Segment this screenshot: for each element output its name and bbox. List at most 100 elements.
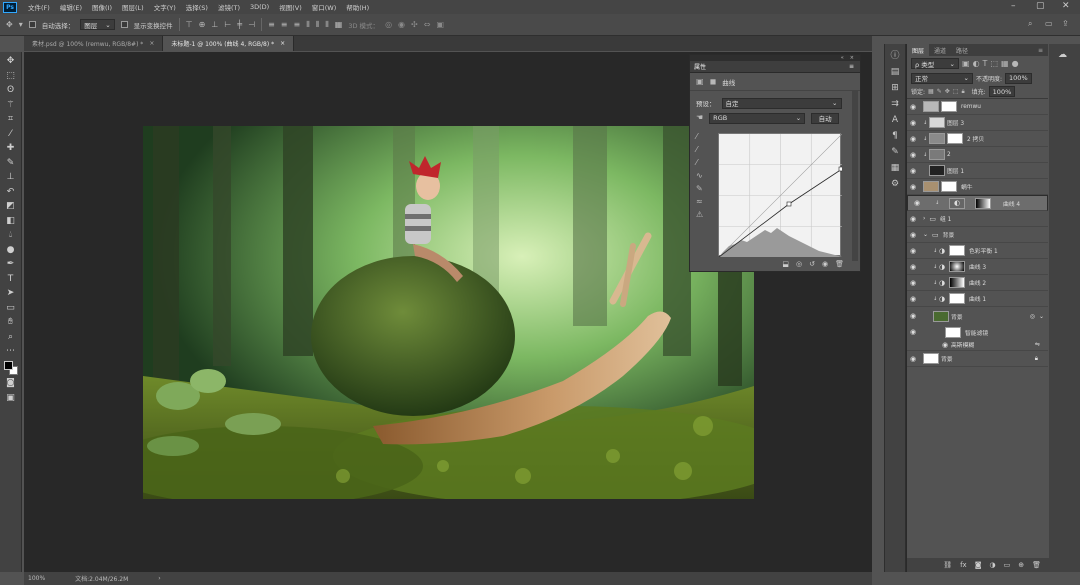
filter-toggle-icon[interactable]: ●: [1012, 59, 1019, 68]
healing-brush-icon[interactable]: ✚: [7, 143, 15, 154]
swatches-icon[interactable]: ▦: [891, 163, 900, 173]
align-vcenter-icon[interactable]: ⊕: [199, 20, 206, 29]
properties-scrollbar[interactable]: [852, 91, 858, 261]
distribute-hcenter-icon[interactable]: ⦀: [316, 20, 320, 29]
brush-tool-icon[interactable]: ✎: [7, 158, 15, 169]
lock-all-icon[interactable]: 🔒︎: [961, 88, 964, 95]
eye-icon[interactable]: ◉: [907, 119, 919, 127]
clip-to-layer-icon[interactable]: ⬓: [782, 260, 789, 268]
curves-graph[interactable]: [718, 133, 844, 258]
eye-icon[interactable]: ◉: [907, 167, 919, 175]
search-icon[interactable]: ⌕: [1028, 20, 1032, 28]
chevron-right-icon[interactable]: ›: [923, 215, 925, 222]
smart-object-row[interactable]: ◉ 背景 ◎ ⌄: [907, 307, 1048, 325]
zoom-tool-icon[interactable]: ⌕: [8, 332, 13, 343]
show-transform-checkbox[interactable]: [120, 21, 128, 28]
menu-file[interactable]: 文件(F): [23, 2, 55, 12]
menu-type[interactable]: 文字(Y): [149, 2, 181, 12]
view-previous-icon[interactable]: ◎: [796, 260, 802, 268]
paragraph-icon[interactable]: ¶: [892, 131, 898, 141]
distribute-left-icon[interactable]: ⦀: [306, 20, 310, 29]
hand-tool-icon[interactable]: ✋︎: [8, 317, 13, 328]
filter-pixel-icon[interactable]: ▣: [962, 59, 970, 68]
clone-stamp-icon[interactable]: ⊥: [7, 172, 15, 183]
new-adjustment-icon[interactable]: ◑: [990, 561, 996, 569]
layer-row[interactable]: ◉ ↓ ◑ 曲线 2: [907, 275, 1048, 291]
mask-icon[interactable]: ◼: [710, 77, 717, 86]
screen-mode-icon[interactable]: ▣: [6, 393, 15, 404]
filter-smart-icon[interactable]: ▦: [1001, 59, 1009, 68]
layer-mask-thumbnail[interactable]: [941, 101, 957, 112]
eye-icon[interactable]: ◉: [907, 295, 919, 303]
filter-row[interactable]: ◉ 高斯模糊 ⇋: [907, 339, 1048, 351]
layer-mask-thumbnail[interactable]: [949, 293, 965, 304]
layer-row[interactable]: ◉ ↓ 2 拷贝: [907, 131, 1048, 147]
collapse-icon[interactable]: «: [841, 55, 844, 61]
eye-icon[interactable]: ◉: [907, 263, 919, 271]
filter-type-icon[interactable]: T: [983, 59, 988, 68]
align-top-icon[interactable]: ⊤: [186, 20, 193, 29]
auto-button[interactable]: 自动: [811, 112, 840, 124]
marquee-tool-icon[interactable]: ⬚: [6, 71, 15, 82]
libraries-icon[interactable]: ⚙: [891, 179, 899, 189]
menu-view[interactable]: 视图(V): [274, 2, 307, 12]
maximize-icon[interactable]: ▢: [1036, 1, 1045, 11]
3d-roll-icon[interactable]: ◉: [398, 20, 405, 29]
move-tool-icon[interactable]: ✥: [6, 20, 13, 29]
eye-icon[interactable]: ◉: [911, 199, 923, 207]
eye-icon[interactable]: ◉: [907, 135, 919, 143]
eye-icon[interactable]: ◉: [907, 355, 919, 363]
menu-filter[interactable]: 滤镜(T): [213, 2, 245, 12]
fill-input[interactable]: 100%: [988, 86, 1016, 97]
tab-source-psd[interactable]: 素材.psd @ 100% (remwu, RGB/8#) * ×: [24, 36, 164, 51]
blur-tool-icon[interactable]: 💧︎: [9, 230, 13, 241]
menu-window[interactable]: 窗口(W): [307, 2, 342, 12]
chevron-down-icon[interactable]: ⌄: [1039, 313, 1044, 320]
new-layer-icon[interactable]: ⊕: [1018, 561, 1024, 569]
eye-icon[interactable]: ◉: [907, 328, 919, 336]
tab-untitled-1[interactable]: 未标题-1 @ 100% (曲线 4, RGB/8) * ×: [163, 36, 295, 51]
curve-edit-icon[interactable]: ∿: [696, 172, 703, 180]
menu-edit[interactable]: 编辑(E): [55, 2, 87, 12]
menu-3d[interactable]: 3D(D): [245, 3, 274, 11]
delete-layer-icon[interactable]: 🗑︎: [1032, 561, 1041, 569]
distribute-right-icon[interactable]: ⦀: [325, 20, 329, 29]
distribute-top-icon[interactable]: ≡: [268, 20, 275, 29]
align-hcenter-icon[interactable]: ╪: [237, 20, 242, 29]
eye-icon[interactable]: ◉: [939, 341, 951, 349]
layer-mask-thumbnail[interactable]: [947, 133, 963, 144]
brush-settings-icon[interactable]: ✎: [891, 147, 899, 157]
actions-icon[interactable]: ⇉: [891, 99, 899, 109]
menu-select[interactable]: 选择(S): [181, 2, 213, 12]
filter-adjustment-icon[interactable]: ◐: [973, 59, 980, 68]
lasso-tool-icon[interactable]: ʘ: [7, 85, 14, 96]
menu-image[interactable]: 图像(I): [87, 2, 117, 12]
character-icon[interactable]: A: [892, 115, 898, 125]
group-row[interactable]: ◉ › ▭ 组 1: [907, 211, 1048, 227]
tab-layers[interactable]: 图层: [907, 44, 930, 56]
smooth-icon[interactable]: ≈: [696, 198, 703, 206]
chevron-right-icon[interactable]: ›: [158, 575, 160, 582]
white-point-eyedropper-icon[interactable]: ⁄: [696, 159, 703, 167]
cloud-icon[interactable]: ☁: [1058, 50, 1067, 60]
type-tool-icon[interactable]: T: [8, 274, 14, 285]
history-brush-icon[interactable]: ↶: [7, 187, 15, 198]
smart-filter-mask-thumbnail[interactable]: [945, 326, 961, 338]
history-icon[interactable]: ▤: [891, 67, 900, 77]
workspace-icon[interactable]: ▭: [1045, 20, 1053, 28]
eyedropper-icon[interactable]: ⁄: [10, 129, 12, 140]
adjustments-icon[interactable]: ⊞: [891, 83, 899, 93]
reset-icon[interactable]: ↺: [809, 260, 815, 268]
color-swatches[interactable]: [3, 360, 18, 375]
menu-help[interactable]: 帮助(H): [341, 2, 374, 12]
eye-icon[interactable]: ◉: [907, 183, 919, 191]
align-bottom-icon[interactable]: ⊥: [211, 20, 218, 29]
panel-menu-icon[interactable]: ≡: [849, 63, 854, 70]
group-row[interactable]: ◉ ⌄ ▭ 背景: [907, 227, 1048, 243]
close-icon[interactable]: ×: [280, 40, 285, 47]
new-group-icon[interactable]: ▭: [1004, 561, 1011, 569]
auto-align-icon[interactable]: ▦: [335, 20, 343, 29]
eye-icon[interactable]: ◉: [907, 247, 919, 255]
visibility-icon[interactable]: ◉: [822, 260, 828, 268]
close-icon[interactable]: ×: [149, 40, 154, 47]
